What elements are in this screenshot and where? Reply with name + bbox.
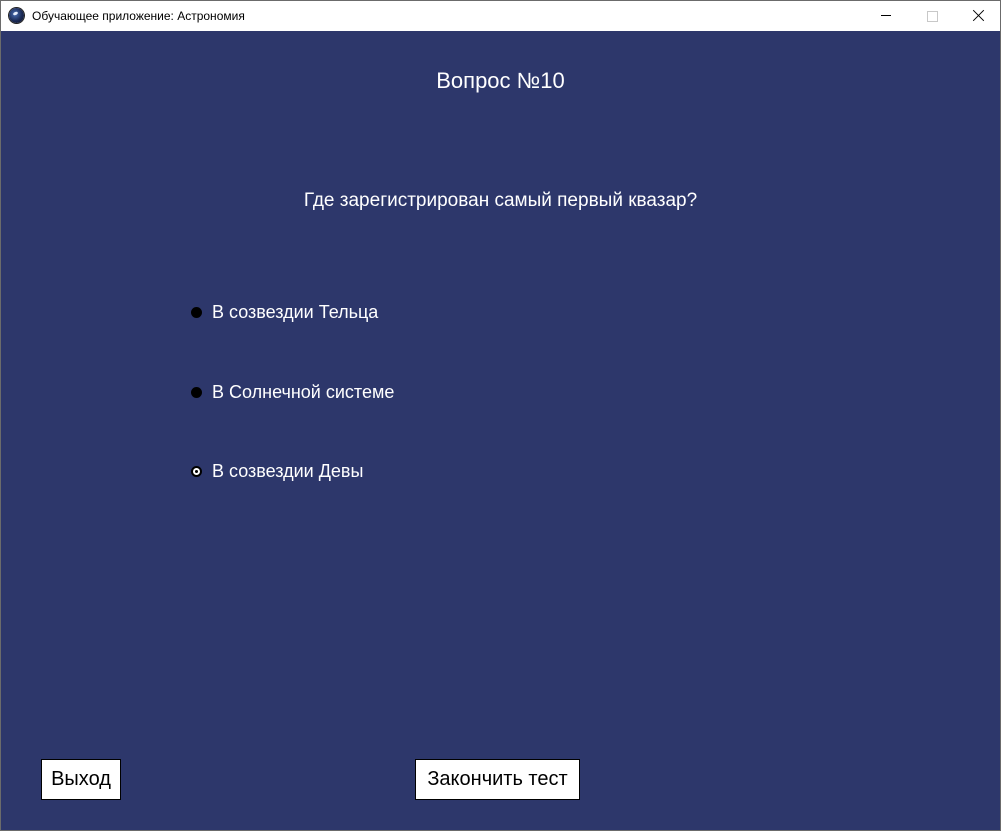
minimize-button[interactable] bbox=[863, 1, 909, 31]
answer-option-label: В созвездии Девы bbox=[212, 460, 364, 481]
maximize-icon bbox=[927, 11, 938, 22]
radio-button-1[interactable] bbox=[191, 306, 202, 318]
finish-test-button[interactable]: Закончить тест bbox=[415, 759, 580, 800]
planet-icon bbox=[9, 8, 24, 23]
radio-button-2[interactable] bbox=[191, 386, 202, 398]
quiz-content: Вопрос №10 Где зарегистрирован самый пер… bbox=[1, 31, 1000, 830]
answer-option-3[interactable]: В созвездии Девы bbox=[190, 459, 363, 483]
close-button[interactable] bbox=[955, 1, 1001, 31]
question-number: Вопрос №10 bbox=[436, 68, 565, 93]
exit-button[interactable]: Выход bbox=[41, 759, 121, 800]
window-title: Обучающее приложение: Астрономия bbox=[32, 9, 245, 23]
answer-option-2[interactable]: В Солнечной системе bbox=[190, 380, 394, 404]
minimize-icon bbox=[881, 15, 891, 16]
title-bar[interactable]: Обучающее приложение: Астрономия bbox=[1, 1, 1000, 31]
radio-button-3[interactable] bbox=[191, 465, 202, 477]
answer-option-1[interactable]: В созвездии Тельца bbox=[190, 300, 378, 324]
maximize-button[interactable] bbox=[909, 1, 955, 31]
app-window: Обучающее приложение: Астрономия Вопрос … bbox=[0, 0, 1001, 831]
answer-option-label: В созвездии Тельца bbox=[212, 301, 379, 322]
answer-option-label: В Солнечной системе bbox=[212, 381, 395, 402]
question-text: Где зарегистрирован самый первый квазар? bbox=[303, 190, 698, 211]
close-icon bbox=[972, 9, 985, 22]
